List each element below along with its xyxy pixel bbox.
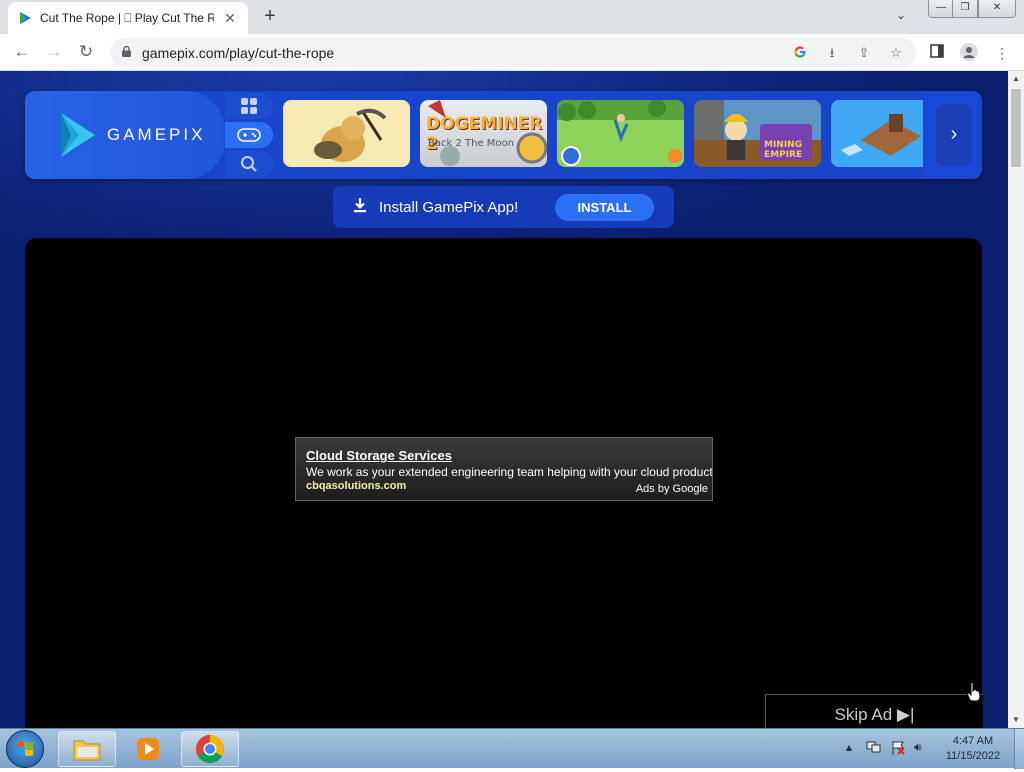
install-app-banner: Install GamePix App! INSTALL (333, 186, 674, 228)
ad-title[interactable]: Cloud Storage Services (306, 448, 452, 463)
mining-empire-title: MINING EMPIRE (764, 140, 803, 160)
forward-button[interactable]: → (42, 41, 66, 65)
action-center-icon[interactable] (890, 740, 906, 759)
download-icon[interactable]: ⭳ (824, 45, 840, 61)
minimize-button[interactable]: — (928, 0, 954, 18)
windows-taskbar: ▴ 🔊︎ 4:47 AM 11/15/2022 (0, 728, 1024, 769)
scroll-up-icon[interactable]: ▲ (1008, 71, 1024, 87)
search-icon[interactable] (225, 151, 273, 177)
folder-icon (73, 740, 101, 761)
taskbar-chrome[interactable] (181, 731, 239, 767)
tab-close-icon[interactable]: ✕ (222, 10, 238, 27)
game-thumb-island-raft[interactable] (831, 100, 923, 167)
gamepix-logo-icon (61, 113, 95, 157)
google-icon[interactable] (792, 45, 808, 61)
ads-by-google-label[interactable]: Ads by Google (636, 483, 708, 495)
skip-ad-button[interactable]: Skip Ad ▶| (765, 694, 983, 728)
chrome-icon (196, 735, 224, 763)
new-tab-button[interactable]: + (258, 5, 282, 29)
clock-time: 4:47 AM (952, 735, 994, 747)
scrollbar-thumb[interactable] (1011, 89, 1021, 167)
game-ad-area: Cloud Storage Services We work as your e… (25, 238, 983, 728)
tab-title: Cut The Rope | ⎕ Play Cut The Ro (40, 10, 214, 25)
download-app-icon (353, 197, 375, 217)
taskbar-media-player[interactable] (119, 731, 177, 767)
hand-cursor-icon (967, 682, 981, 702)
side-panel-icon[interactable] (927, 43, 947, 63)
logo-text: GAMEPIX (107, 125, 206, 144)
volume-icon[interactable]: 🔊︎ (914, 740, 922, 755)
game-thumb-mining-empire[interactable]: MINING EMPIRE (694, 100, 821, 167)
game-thumb-green-field[interactable] (557, 100, 684, 167)
taskbar-explorer[interactable] (58, 731, 116, 767)
show-hidden-icon[interactable]: ▴ (846, 740, 852, 754)
lock-icon[interactable] (122, 46, 131, 57)
page-content: GAMEPIX DOGEMINER 2 Back 2 The Moon MINI… (0, 71, 1008, 728)
gamepix-favicon-icon (20, 12, 31, 24)
gamepad-icon[interactable] (225, 122, 273, 148)
scroll-down-icon[interactable]: ▼ (1008, 712, 1024, 728)
categories-grid-icon[interactable] (225, 93, 273, 119)
google-ad-banner[interactable]: Cloud Storage Services We work as your e… (295, 437, 713, 501)
carousel-next-button[interactable]: › (924, 91, 982, 179)
gamepix-header: GAMEPIX DOGEMINER 2 Back 2 The Moon MINI… (25, 91, 982, 179)
chevron-right-icon: › (936, 104, 972, 166)
tab-search-icon[interactable]: ⌄ (896, 8, 906, 22)
start-button[interactable] (6, 730, 44, 768)
network-icon[interactable] (866, 740, 882, 757)
gamepix-logo[interactable]: GAMEPIX (25, 91, 225, 179)
browser-toolbar: ← → ↻ gamepix.com/play/cut-the-rope ⭳ ⇪ … (0, 34, 1024, 71)
back-button[interactable]: ← (10, 41, 34, 65)
close-window-button[interactable]: ✕ (978, 0, 1016, 18)
profile-icon[interactable] (959, 43, 979, 63)
doge-miner-art (314, 108, 387, 162)
url-text[interactable]: gamepix.com/play/cut-the-rope (142, 45, 334, 61)
page-scrollbar[interactable]: ▲ ▼ (1008, 71, 1024, 728)
menu-icon[interactable]: ⋮ (992, 43, 1012, 63)
share-icon[interactable]: ⇪ (856, 45, 872, 61)
game-thumb-dogeminer-2[interactable]: DOGEMINER 2 Back 2 The Moon (420, 100, 547, 167)
windows-logo-icon (17, 741, 33, 756)
system-clock[interactable]: 4:47 AM 11/15/2022 (936, 734, 1010, 764)
tab-strip: Cut The Rope | ⎕ Play Cut The Ro ✕ + ⌄ —… (0, 0, 1024, 34)
address-bar[interactable]: gamepix.com/play/cut-the-rope ⭳ ⇪ ☆ (110, 38, 916, 67)
ad-url[interactable]: cbqasolutions.com (306, 480, 406, 492)
install-button[interactable]: INSTALL (555, 194, 654, 221)
green-field-art (557, 100, 684, 166)
maximize-button[interactable]: ❐ (952, 0, 978, 18)
star-icon[interactable]: ☆ (888, 45, 904, 61)
game-carousel: DOGEMINER 2 Back 2 The Moon MINING EMPIR… (283, 100, 923, 167)
dogeminer-2-subtitle: Back 2 The Moon (428, 138, 514, 149)
clock-date: 11/15/2022 (945, 750, 1001, 762)
browser-tab[interactable]: Cut The Rope | ⎕ Play Cut The Ro ✕ (8, 2, 248, 34)
island-raft-art (841, 114, 921, 156)
game-thumb-doge-miner[interactable] (283, 100, 410, 167)
reload-button[interactable]: ↻ (74, 41, 98, 65)
show-desktop-button[interactable] (1014, 729, 1024, 769)
media-player-icon (137, 738, 159, 760)
install-app-text: Install GamePix App! (379, 198, 519, 216)
ad-description[interactable]: We work as your extended engineering tea… (306, 465, 712, 479)
